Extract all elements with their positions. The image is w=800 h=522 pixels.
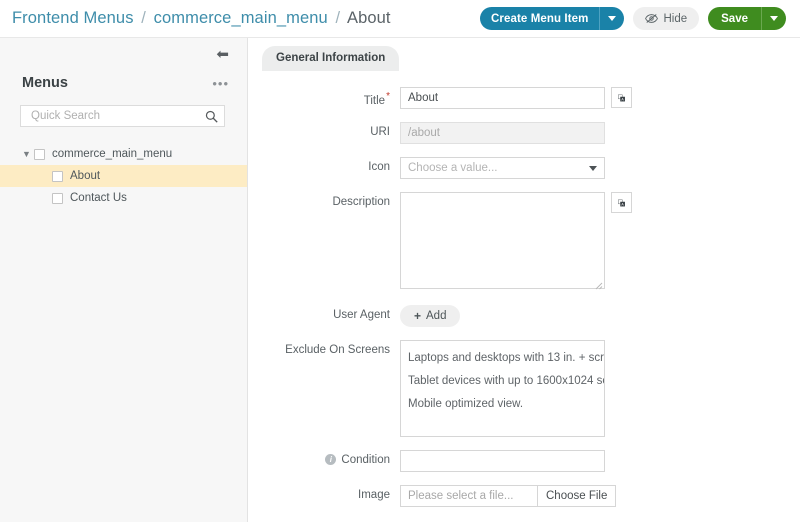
save-dropdown-toggle[interactable] bbox=[761, 7, 786, 30]
description-field-area: A bbox=[400, 192, 632, 292]
breadcrumb-separator: / bbox=[335, 9, 341, 27]
breadcrumb-item-frontend-menus[interactable]: Frontend Menus bbox=[12, 9, 134, 27]
title-label-text: Title bbox=[363, 94, 386, 107]
translate-icon: A bbox=[618, 94, 625, 101]
chevron-down-icon bbox=[770, 16, 778, 21]
form-row-title: Title* A bbox=[248, 87, 800, 109]
tree-item-checkbox[interactable] bbox=[34, 148, 45, 160]
description-textarea[interactable] bbox=[400, 192, 605, 289]
quick-search-box[interactable] bbox=[20, 105, 225, 127]
form-row-user-agent: User Agent + Add bbox=[248, 305, 800, 327]
condition-field-area bbox=[400, 450, 605, 472]
image-file-input: Please select a file... Choose File bbox=[400, 485, 617, 507]
eye-slash-icon bbox=[645, 14, 659, 23]
create-menu-item-split-button: Create Menu Item bbox=[480, 7, 625, 30]
tree-item-label: commerce_main_menu bbox=[52, 148, 173, 160]
exclude-on-screens-field-area: Laptops and desktops with 13 in. + scree… bbox=[400, 340, 605, 437]
uri-field-area bbox=[400, 122, 605, 144]
icon-select[interactable]: Choose a value... bbox=[400, 157, 605, 179]
condition-input[interactable] bbox=[400, 450, 605, 472]
condition-label: i Condition bbox=[248, 450, 400, 466]
exclude-option[interactable]: Laptops and desktops with 13 in. + scree… bbox=[401, 347, 604, 370]
user-agent-add-button[interactable]: + Add bbox=[400, 305, 461, 327]
breadcrumb-item-commerce-main-menu[interactable]: commerce_main_menu bbox=[154, 9, 328, 27]
form-row-condition: i Condition bbox=[248, 450, 800, 472]
tab-general-information[interactable]: General Information bbox=[262, 46, 400, 71]
tree-item-label: About bbox=[70, 170, 101, 182]
exclude-option[interactable]: Tablet devices with up to 1600x1024 scre… bbox=[401, 370, 604, 393]
sidebar-collapse-row: ⬅ bbox=[0, 38, 247, 70]
exclude-on-screens-label: Exclude On Screens bbox=[285, 344, 390, 356]
save-button[interactable]: Save bbox=[708, 7, 761, 30]
tree-item-about[interactable]: About bbox=[0, 165, 247, 187]
create-menu-item-dropdown-toggle[interactable] bbox=[599, 7, 625, 30]
title-field-area: A bbox=[400, 87, 632, 109]
plus-icon: + bbox=[414, 309, 422, 323]
tree-item-contact-us[interactable]: Contact Us bbox=[0, 187, 247, 209]
description-wrap bbox=[400, 192, 605, 292]
breadcrumb: Frontend Menus / commerce_main_menu / Ab… bbox=[12, 9, 391, 28]
sidebar-title-row: Menus ••• bbox=[0, 70, 247, 96]
icon-select-placeholder: Choose a value... bbox=[408, 162, 498, 174]
icon-field-area: Choose a value... bbox=[400, 157, 605, 179]
chevron-down-icon[interactable]: ▼ bbox=[22, 149, 34, 159]
menu-tree: ▼ commerce_main_menu About Contact Us bbox=[0, 143, 247, 209]
tree-item-checkbox[interactable] bbox=[52, 192, 63, 204]
form-row-description: Description A bbox=[248, 192, 800, 292]
form-row-uri: URI bbox=[248, 122, 800, 144]
hide-button[interactable]: Hide bbox=[633, 7, 700, 30]
form-row-image: Image Please select a file... Choose Fil… bbox=[248, 485, 800, 507]
required-marker: * bbox=[386, 91, 390, 102]
exclude-on-screens-list[interactable]: Laptops and desktops with 13 in. + scree… bbox=[400, 340, 605, 437]
create-menu-item-button[interactable]: Create Menu Item bbox=[480, 7, 600, 30]
search-input[interactable] bbox=[29, 109, 205, 123]
icon-label: Icon bbox=[368, 161, 390, 173]
header-actions: Create Menu Item Hide Save bbox=[480, 7, 786, 30]
sidebar-title: Menus bbox=[22, 75, 68, 91]
tree-item-checkbox[interactable] bbox=[52, 170, 63, 182]
uri-label: URI bbox=[370, 126, 390, 138]
tab-bar: General Information bbox=[248, 38, 800, 71]
main-content: General Information Title* About A URI /… bbox=[248, 38, 800, 522]
chevron-down-icon bbox=[608, 16, 617, 21]
save-split-button: Save bbox=[708, 7, 786, 30]
user-agent-field-area: + Add bbox=[400, 305, 461, 327]
tree-item-commerce-main-menu[interactable]: ▼ commerce_main_menu bbox=[0, 143, 247, 165]
title-translate-button[interactable]: A bbox=[611, 87, 632, 108]
ellipsis-icon[interactable]: ••• bbox=[212, 77, 229, 90]
description-translate-button[interactable]: A bbox=[611, 192, 632, 213]
image-file-name: Please select a file... bbox=[400, 485, 537, 507]
condition-label-text: Condition bbox=[341, 454, 390, 466]
breadcrumb-separator: / bbox=[141, 9, 146, 27]
breadcrumb-item-about: About bbox=[347, 9, 391, 27]
sidebar-search-row bbox=[0, 96, 247, 127]
page-body: ⬅ Menus ••• ▼ commerce_main_menu bbox=[0, 38, 800, 522]
description-label: Description bbox=[332, 196, 390, 208]
info-icon[interactable]: i bbox=[325, 454, 337, 465]
tree-item-label: Contact Us bbox=[70, 192, 127, 204]
user-agent-label: User Agent bbox=[333, 309, 390, 321]
user-agent-add-label: Add bbox=[426, 310, 447, 322]
chevron-down-icon bbox=[589, 165, 597, 171]
choose-file-button[interactable]: Choose File bbox=[537, 485, 617, 507]
page-header: Frontend Menus / commerce_main_menu / Ab… bbox=[0, 0, 800, 38]
uri-input bbox=[400, 122, 605, 144]
form-row-icon: Icon Choose a value... bbox=[248, 157, 800, 179]
image-field-area: Please select a file... Choose File bbox=[400, 485, 617, 507]
exclude-option[interactable]: Mobile optimized view. bbox=[401, 393, 604, 416]
image-label: Image bbox=[358, 489, 390, 501]
title-label: Title* bbox=[248, 87, 400, 107]
search-icon[interactable] bbox=[205, 110, 218, 123]
arrow-left-icon[interactable]: ⬅ bbox=[216, 47, 229, 62]
menu-item-form: Title* A URI bbox=[248, 71, 800, 507]
form-row-exclude-on-screens: Exclude On Screens Laptops and desktops … bbox=[248, 340, 800, 437]
hide-button-label: Hide bbox=[663, 12, 688, 25]
translate-icon: A bbox=[618, 199, 625, 206]
title-input[interactable] bbox=[400, 87, 605, 109]
menus-sidebar: ⬅ Menus ••• ▼ commerce_main_menu bbox=[0, 38, 248, 522]
